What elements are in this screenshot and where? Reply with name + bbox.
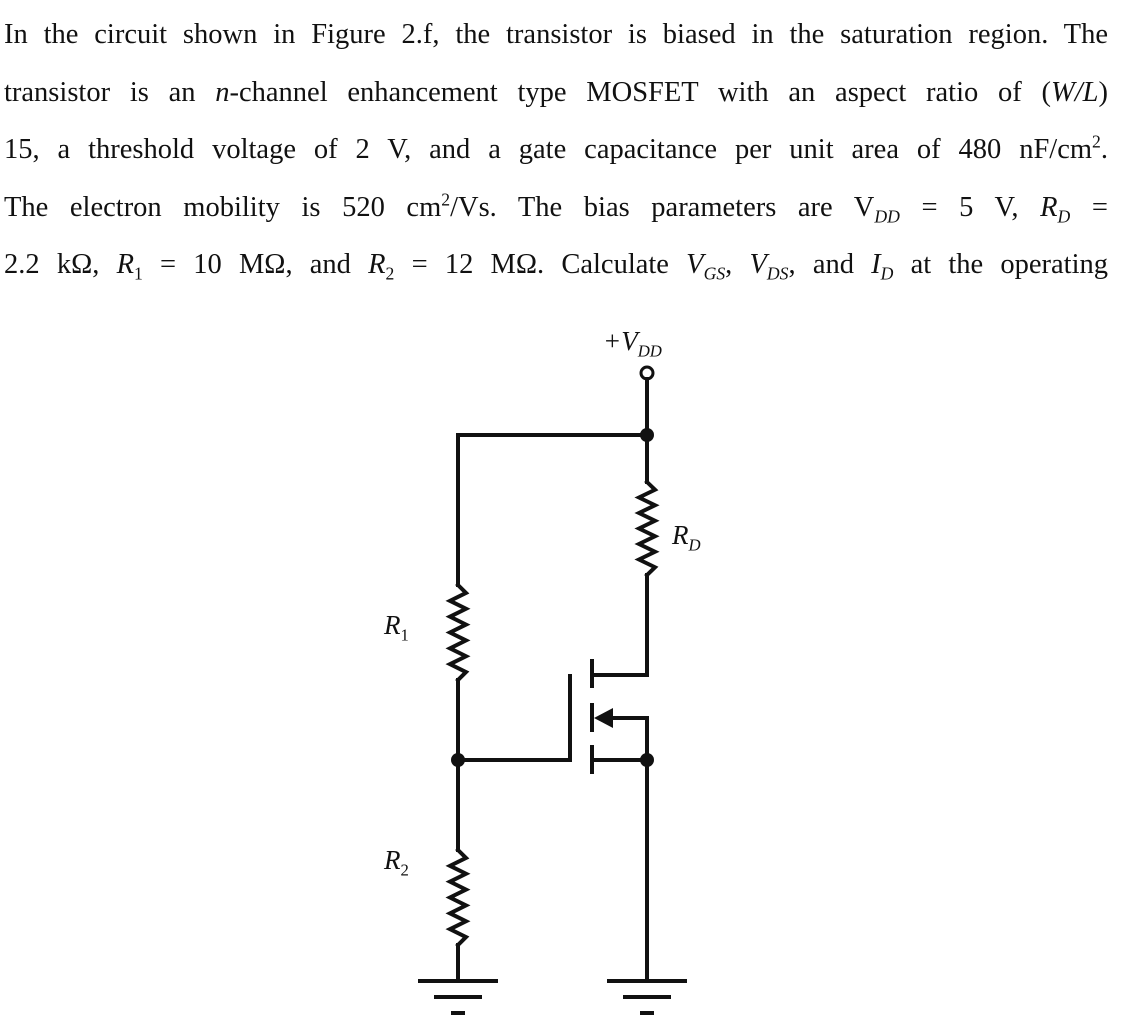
resistor-r1: [445, 582, 471, 683]
gate-wire: [456, 674, 572, 762]
body-wire: [606, 716, 649, 762]
circuit-diagram: [418, 365, 687, 1015]
wire: [590, 573, 649, 677]
label-r1: R1: [384, 610, 409, 645]
label-rd: RD: [672, 520, 701, 555]
label-vdd: +VDD: [603, 326, 662, 361]
resistor-rd: [634, 479, 660, 578]
arrow-icon: [594, 708, 613, 728]
label-r2: R2: [384, 845, 409, 880]
resistor-r2: [445, 847, 471, 948]
